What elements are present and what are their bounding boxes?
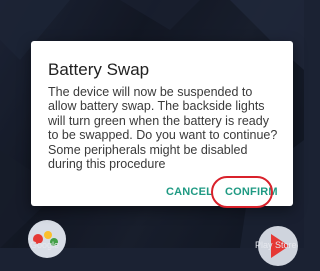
dock-label-google: Google bbox=[30, 240, 60, 250]
google-folder-icon[interactable] bbox=[28, 220, 66, 258]
dock-label-play-store: Play Store bbox=[255, 240, 297, 250]
google-folder-glyph bbox=[33, 231, 58, 246]
dialog-title: Battery Swap bbox=[48, 60, 150, 79]
battery-swap-dialog: Battery Swap The device will now be susp… bbox=[31, 41, 293, 206]
confirm-button[interactable]: CONFIRM bbox=[225, 186, 278, 198]
dialog-message: The device will now be suspended to allo… bbox=[48, 85, 278, 172]
cancel-button[interactable]: CANCEL bbox=[166, 186, 213, 198]
